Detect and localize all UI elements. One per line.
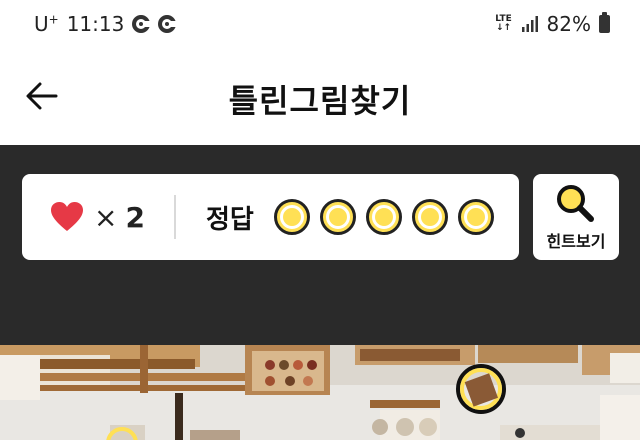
answer-slot-empty xyxy=(411,199,448,235)
status-left: U+ 11:13 xyxy=(34,12,177,36)
puzzle-photo[interactable] xyxy=(0,345,640,440)
divider xyxy=(174,195,176,239)
app-header: 틀린그림찾기 xyxy=(0,52,640,145)
lives-indicator: × 2 xyxy=(50,196,145,238)
signal-icon xyxy=(521,16,538,32)
game-area: × 2 정답 힌트보기 xyxy=(0,145,640,345)
app-notification-icon xyxy=(132,15,151,33)
app-notification-icon xyxy=(158,15,177,33)
battery-icon xyxy=(599,12,610,33)
magnifier-icon xyxy=(557,185,594,222)
status-right: LTE ↓↑ 82% xyxy=(495,12,610,36)
hint-button[interactable]: 힌트보기 xyxy=(533,174,619,260)
answers-label: 정답 xyxy=(206,204,254,235)
battery-percent: 82% xyxy=(546,12,591,36)
multiply-sign: × xyxy=(94,200,118,234)
page-title: 틀린그림찾기 xyxy=(228,82,412,120)
answer-slot-empty xyxy=(365,199,402,235)
answer-slot-empty xyxy=(273,199,310,235)
hint-label: 힌트보기 xyxy=(546,232,606,251)
status-time: 11:13 xyxy=(66,12,125,36)
answers-tracker: 정답 xyxy=(206,196,494,238)
network-type: LTE ↓↑ xyxy=(495,14,512,33)
carrier-label: U+ xyxy=(34,12,59,36)
lives-count: 2 xyxy=(125,200,145,234)
heart-icon xyxy=(51,202,83,231)
answer-slot-empty xyxy=(457,199,494,235)
answer-slot-empty xyxy=(319,199,356,235)
status-bar: U+ 11:13 LTE ↓↑ 82% xyxy=(0,0,640,52)
info-panel: × 2 정답 xyxy=(22,174,519,260)
